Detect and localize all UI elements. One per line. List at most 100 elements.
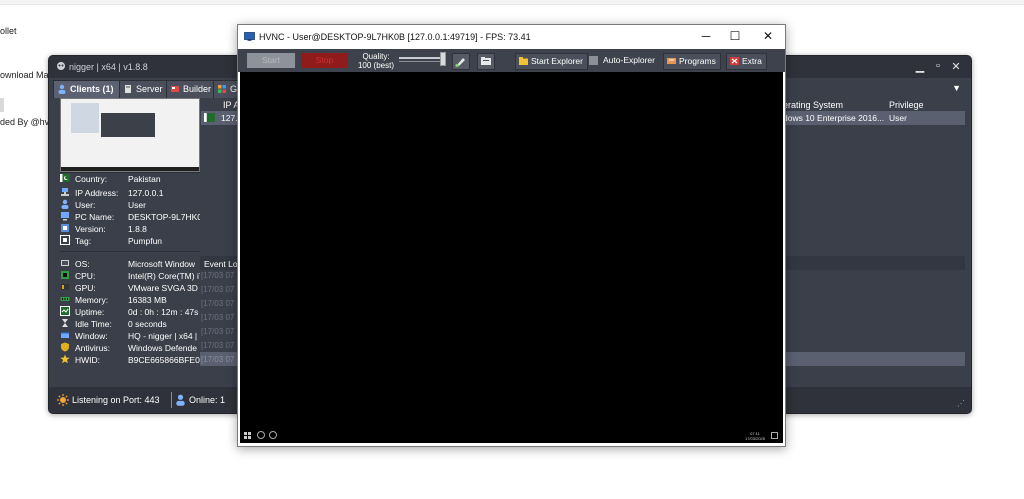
- windows-start-icon[interactable]: [244, 432, 251, 439]
- thumbnail-window-b: [101, 113, 155, 137]
- hvnc-titlebar[interactable]: HVNC - User@DESKTOP-9L7HK0B [127.0.0.1:4…: [238, 25, 785, 49]
- memory-icon: [60, 297, 70, 301]
- quality-slider-track[interactable]: [399, 57, 445, 59]
- info-value: 0 seconds: [128, 319, 167, 329]
- thumbnail-taskbar: [61, 167, 199, 171]
- column-header-os[interactable]: erating System: [783, 100, 843, 110]
- status-listening: Listening on Port: 443: [72, 395, 160, 405]
- uptime-icon: [60, 306, 70, 316]
- clock-date: 17/03/2025: [744, 436, 765, 441]
- info-value: 0d : 0h : 12m : 47s: [128, 307, 199, 317]
- computer-icon: [61, 212, 69, 221]
- star-icon: [60, 354, 70, 364]
- status-separator: [171, 392, 172, 408]
- info-label: Window:: [75, 331, 108, 341]
- quality-slider-handle[interactable]: [440, 52, 446, 66]
- info-label: OS:: [75, 259, 90, 269]
- info-row-ip: IP Address: 127.0.0.1: [60, 187, 210, 199]
- sys-row-gpu: GPU: VMware SVGA 3D: [60, 282, 210, 294]
- clipboard-button[interactable]: [452, 53, 470, 70]
- programs-button[interactable]: Programs: [663, 53, 721, 70]
- tag-icon: [60, 235, 70, 245]
- client-row-right[interactable]: dows 10 Enterprise 2016... User: [782, 111, 965, 125]
- client-screen-thumbnail[interactable]: [60, 98, 200, 172]
- close-icon[interactable]: ✕: [949, 60, 963, 73]
- hvnc-maximize-icon[interactable]: ☐: [726, 29, 744, 43]
- builder-icon: [171, 86, 179, 92]
- sys-row-uptime: Uptime: 0d : 0h : 12m : 47s: [60, 306, 210, 318]
- auto-explorer-label[interactable]: Auto-Explorer: [603, 55, 655, 65]
- sys-row-antivirus: Antivirus: Windows Defende: [60, 342, 210, 354]
- minimize-icon[interactable]: ▁: [913, 60, 927, 73]
- info-value: VMware SVGA 3D: [128, 283, 198, 293]
- hvnc-close-icon[interactable]: ✕: [759, 29, 777, 43]
- event-entry: [17/03 07: [201, 285, 235, 294]
- info-row-pc-name: PC Name: DESKTOP-9L7HK0B: [60, 211, 210, 223]
- tab-builder-label: Builder: [183, 84, 212, 94]
- extra-button[interactable]: Extra: [726, 53, 767, 70]
- info-value: B9CE665866BFE03: [128, 355, 200, 365]
- start-explorer-button[interactable]: Start Explorer: [515, 53, 588, 70]
- row-ip: 127.: [221, 113, 238, 123]
- background-text-1: ollet: [0, 26, 17, 36]
- start-button[interactable]: Start: [247, 53, 295, 68]
- info-label: CPU:: [75, 271, 96, 281]
- event-entry: [17/03 07: [201, 299, 235, 308]
- thumbnail-window-a: [71, 103, 99, 133]
- notification-icon[interactable]: [771, 432, 778, 439]
- info-row-tag: Tag: Pumpfun: [60, 235, 210, 247]
- info-row-country: Country: Pakistan: [60, 173, 210, 185]
- sys-row-memory: Memory: 16383 MB: [60, 294, 210, 306]
- info-label: GPU:: [75, 283, 96, 293]
- info-row-version: Version: 1.8.8: [60, 223, 210, 235]
- event-selected-right[interactable]: [782, 352, 965, 366]
- info-row-user: User: User: [60, 199, 210, 211]
- hourglass-icon: [62, 319, 68, 327]
- dropdown-arrow-icon[interactable]: ▼: [952, 83, 961, 93]
- window-icon: [61, 332, 69, 338]
- row-flag-icon: [204, 113, 215, 122]
- auto-explorer-checkbox[interactable]: [589, 56, 598, 65]
- remote-desktop-view[interactable]: 07:11 17/03/2025: [240, 72, 783, 443]
- background-block: [0, 98, 4, 112]
- event-log-label: Event Lo: [204, 259, 238, 269]
- sun-icon: [57, 394, 69, 406]
- resize-grip-icon[interactable]: ⋰: [957, 399, 965, 408]
- client-info-panel: Country: Pakistan IP Address: 127.0.0.1 …: [57, 98, 200, 390]
- info-label: IP Address:: [75, 188, 119, 198]
- quality-value: 100 (best): [357, 61, 395, 70]
- search-icon[interactable]: [257, 431, 265, 439]
- rat-window-title: nigger | x64 | v1.8.8: [69, 62, 148, 72]
- client-row-left[interactable]: 127.: [201, 111, 238, 125]
- cpu-icon: [61, 271, 69, 279]
- info-label: Uptime:: [75, 307, 105, 317]
- hvnc-minimize-icon[interactable]: ─: [697, 29, 715, 43]
- info-label: User:: [75, 200, 96, 210]
- folder-button[interactable]: [477, 53, 495, 70]
- info-label: Tag:: [75, 236, 92, 246]
- taskbar-clock[interactable]: 07:11 17/03/2025: [745, 431, 765, 441]
- info-label: Idle Time:: [75, 319, 112, 329]
- info-value: 1.8.8: [128, 224, 147, 234]
- background-text-2: ownload Mar: [0, 70, 52, 80]
- info-value: Intel(R) Core(TM) i7: [128, 271, 200, 281]
- programs-label: Programs: [679, 56, 716, 66]
- sys-row-window: Window: HQ - nigger | x64 |: [60, 330, 210, 342]
- user-online-icon: [176, 394, 185, 406]
- event-entry: [17/03 07: [201, 341, 235, 350]
- server-icon: [125, 85, 131, 93]
- hvnc-window-title: HVNC - User@DESKTOP-9L7HK0B [127.0.0.1:4…: [259, 32, 531, 42]
- info-label: HWID:: [75, 355, 101, 365]
- background-text-3: ded By @hvn: [0, 117, 55, 127]
- explorer-folder-icon: [519, 57, 528, 65]
- start-explorer-label: Start Explorer: [531, 56, 583, 66]
- users-icon: [58, 84, 66, 94]
- info-value: User: [128, 200, 146, 210]
- column-header-privilege[interactable]: Privilege: [889, 100, 924, 110]
- task-view-icon[interactable]: [269, 431, 277, 439]
- sys-row-hwid: HWID: B9CE665866BFE03: [60, 354, 210, 366]
- maximize-icon[interactable]: ▫: [931, 60, 945, 72]
- hvnc-window: HVNC - User@DESKTOP-9L7HK0B [127.0.0.1:4…: [237, 24, 786, 447]
- stop-button[interactable]: Stop: [301, 53, 348, 68]
- top-bar: [0, 0, 1024, 5]
